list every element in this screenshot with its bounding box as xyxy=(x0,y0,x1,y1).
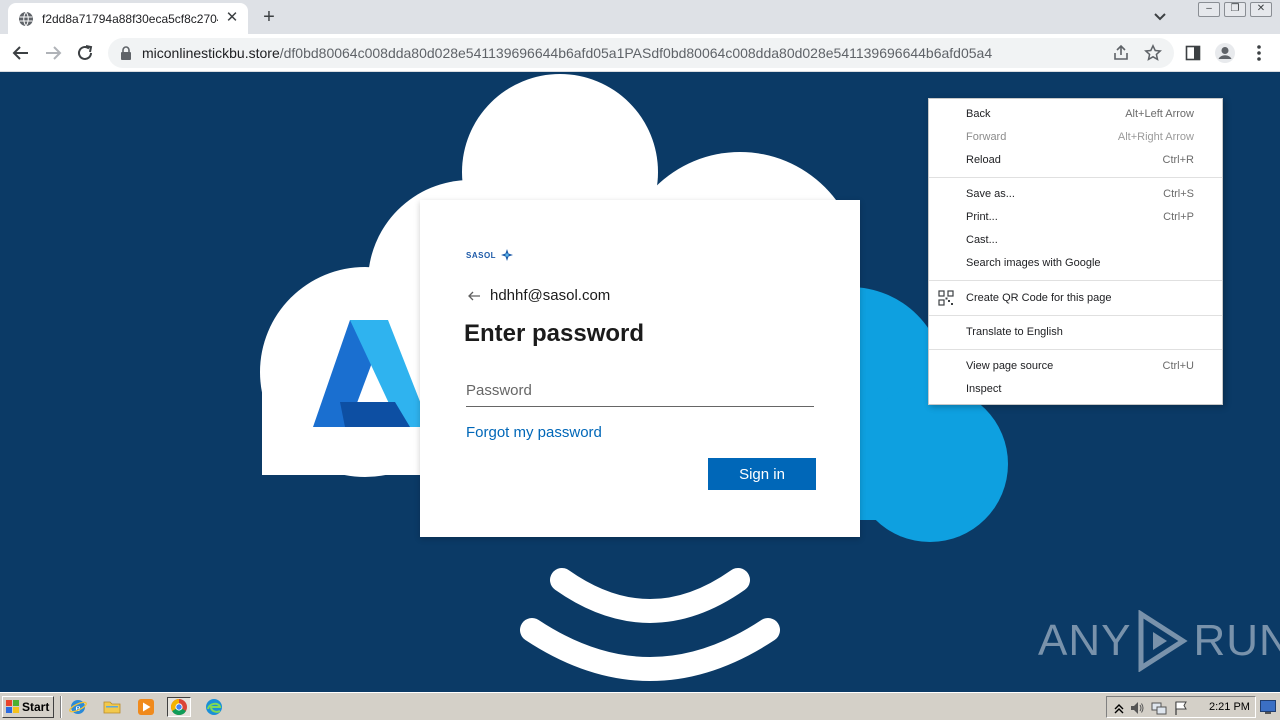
back-arrow-icon xyxy=(12,46,28,60)
identity-email: hdhhf@sasol.com xyxy=(490,287,611,304)
start-label: Start xyxy=(22,700,50,714)
menu-item-view-source[interactable]: View page source Ctrl+U xyxy=(929,355,1222,378)
sasol-logo: SASOL xyxy=(466,248,514,262)
shortcut: Ctrl+S xyxy=(1163,188,1194,200)
chrome-icon xyxy=(171,699,187,716)
clock[interactable]: 2:21 PM xyxy=(1209,701,1250,713)
folder-icon xyxy=(103,701,121,714)
browser-tab-strip: f2dd8a71794a88f30eca5cf8c270459 ✕ + – ❐ … xyxy=(0,0,1280,34)
taskbar-separator xyxy=(60,696,62,718)
start-button[interactable]: Start xyxy=(2,696,54,718)
browser-menu-button[interactable] xyxy=(1248,42,1270,64)
signal-arc-upper xyxy=(550,568,750,623)
context-menu: Back Alt+Left Arrow Forward Alt+Right Arro… xyxy=(928,98,1223,405)
menu-item-cast[interactable]: Cast... xyxy=(929,229,1222,252)
back-arrow-icon[interactable] xyxy=(466,288,482,304)
tab-close-icon[interactable]: ✕ xyxy=(224,10,240,26)
windows-logo-icon xyxy=(6,700,19,713)
menu-item-forward: Forward Alt+Right Arrow xyxy=(929,126,1222,149)
shortcut: Ctrl+R xyxy=(1162,154,1194,166)
url-host: miconlinestickbu.store xyxy=(142,45,280,61)
menu-item-reload[interactable]: Reload Ctrl+R xyxy=(929,149,1222,172)
close-window-button[interactable]: ✕ xyxy=(1250,2,1272,17)
window-controls: – ❐ ✕ xyxy=(1198,2,1272,17)
login-card: SASOL hdhhf@sasol.com Enter password For… xyxy=(420,200,860,537)
lock-icon xyxy=(121,46,131,60)
kebab-menu-icon xyxy=(1257,45,1261,61)
sasol-mark-icon xyxy=(501,249,514,261)
menu-separator xyxy=(929,349,1222,350)
page-title: Enter password xyxy=(464,320,645,347)
globe-icon xyxy=(19,11,33,26)
forward-arrow-icon xyxy=(46,46,62,60)
profile-icon xyxy=(1215,43,1235,63)
quicklaunch-explorer[interactable] xyxy=(100,697,124,717)
signal-arc-lower xyxy=(520,618,780,681)
browser-toolbar: miconlinestickbu.store/df0bd80064c008dda… xyxy=(0,34,1280,72)
anyrun-watermark: ANY RUN xyxy=(1038,610,1280,672)
watermark-right: RUN xyxy=(1193,616,1280,665)
url-text: miconlinestickbu.store/df0bd80064c008dda… xyxy=(142,45,1102,61)
forward-button[interactable] xyxy=(40,40,66,66)
shortcut: Alt+Right Arrow xyxy=(1117,131,1194,143)
edge-icon xyxy=(206,699,222,715)
chevron-down-icon[interactable] xyxy=(1150,8,1170,26)
menu-item-back[interactable]: Back Alt+Left Arrow xyxy=(929,103,1222,126)
sign-in-button[interactable]: Sign in xyxy=(708,458,816,490)
shortcut: Ctrl+U xyxy=(1162,360,1194,372)
watermark-left: ANY xyxy=(1038,616,1132,665)
internet-explorer-icon: e xyxy=(69,700,87,714)
play-triangle-icon xyxy=(1138,610,1189,672)
menu-separator xyxy=(929,280,1222,281)
menu-item-translate[interactable]: Translate to English xyxy=(929,321,1222,344)
logo-wordmark: SASOL xyxy=(466,250,497,260)
new-tab-button[interactable]: + xyxy=(258,6,280,28)
qr-code-icon xyxy=(938,290,954,306)
browser-tab[interactable]: f2dd8a71794a88f30eca5cf8c270459 ✕ xyxy=(8,3,248,34)
shortcut: Alt+Left Arrow xyxy=(1125,108,1194,120)
share-icon[interactable] xyxy=(1112,44,1130,62)
flag-icon[interactable] xyxy=(1173,700,1189,716)
reload-icon xyxy=(78,45,93,60)
side-panel-icon xyxy=(1185,45,1201,61)
show-desktop-icon[interactable] xyxy=(1260,700,1276,714)
menu-item-qr-code[interactable]: Create QR Code for this page xyxy=(929,286,1222,310)
system-tray: 2:21 PM xyxy=(1106,696,1256,718)
volume-icon[interactable] xyxy=(1129,700,1145,716)
menu-item-save-as[interactable]: Save as... Ctrl+S xyxy=(929,183,1222,206)
password-input[interactable] xyxy=(466,375,814,407)
profile-button[interactable] xyxy=(1214,42,1236,64)
shortcut: Ctrl+P xyxy=(1163,211,1194,223)
tray-expand-icon[interactable] xyxy=(1111,700,1127,716)
reload-button[interactable] xyxy=(72,40,98,66)
forgot-password-link[interactable]: Forgot my password xyxy=(466,424,602,441)
network-icon[interactable] xyxy=(1151,700,1167,716)
url-path: /df0bd80064c008dda80d028e541139696644b6a… xyxy=(279,45,993,61)
quicklaunch-ie[interactable]: e xyxy=(66,697,90,717)
media-player-icon xyxy=(138,699,154,715)
tab-title: f2dd8a71794a88f30eca5cf8c270459 xyxy=(42,11,218,26)
menu-separator xyxy=(929,315,1222,316)
quicklaunch-edge[interactable] xyxy=(202,697,226,717)
address-bar[interactable]: miconlinestickbu.store/df0bd80064c008dda… xyxy=(108,38,1174,68)
minimize-button[interactable]: – xyxy=(1198,2,1220,17)
quicklaunch-media[interactable] xyxy=(134,697,158,717)
taskbar: Start e 2:21 PM xyxy=(0,692,1280,720)
menu-item-print[interactable]: Print... Ctrl+P xyxy=(929,206,1222,229)
restore-button[interactable]: ❐ xyxy=(1224,2,1246,17)
quicklaunch-chrome[interactable] xyxy=(167,697,191,717)
identity-row: hdhhf@sasol.com xyxy=(466,287,610,304)
menu-separator xyxy=(929,177,1222,178)
back-button[interactable] xyxy=(8,40,34,66)
star-icon[interactable] xyxy=(1144,44,1162,62)
menu-item-inspect[interactable]: Inspect xyxy=(929,378,1222,401)
menu-item-search-images[interactable]: Search images with Google xyxy=(929,252,1222,275)
side-panel-button[interactable] xyxy=(1182,42,1204,64)
